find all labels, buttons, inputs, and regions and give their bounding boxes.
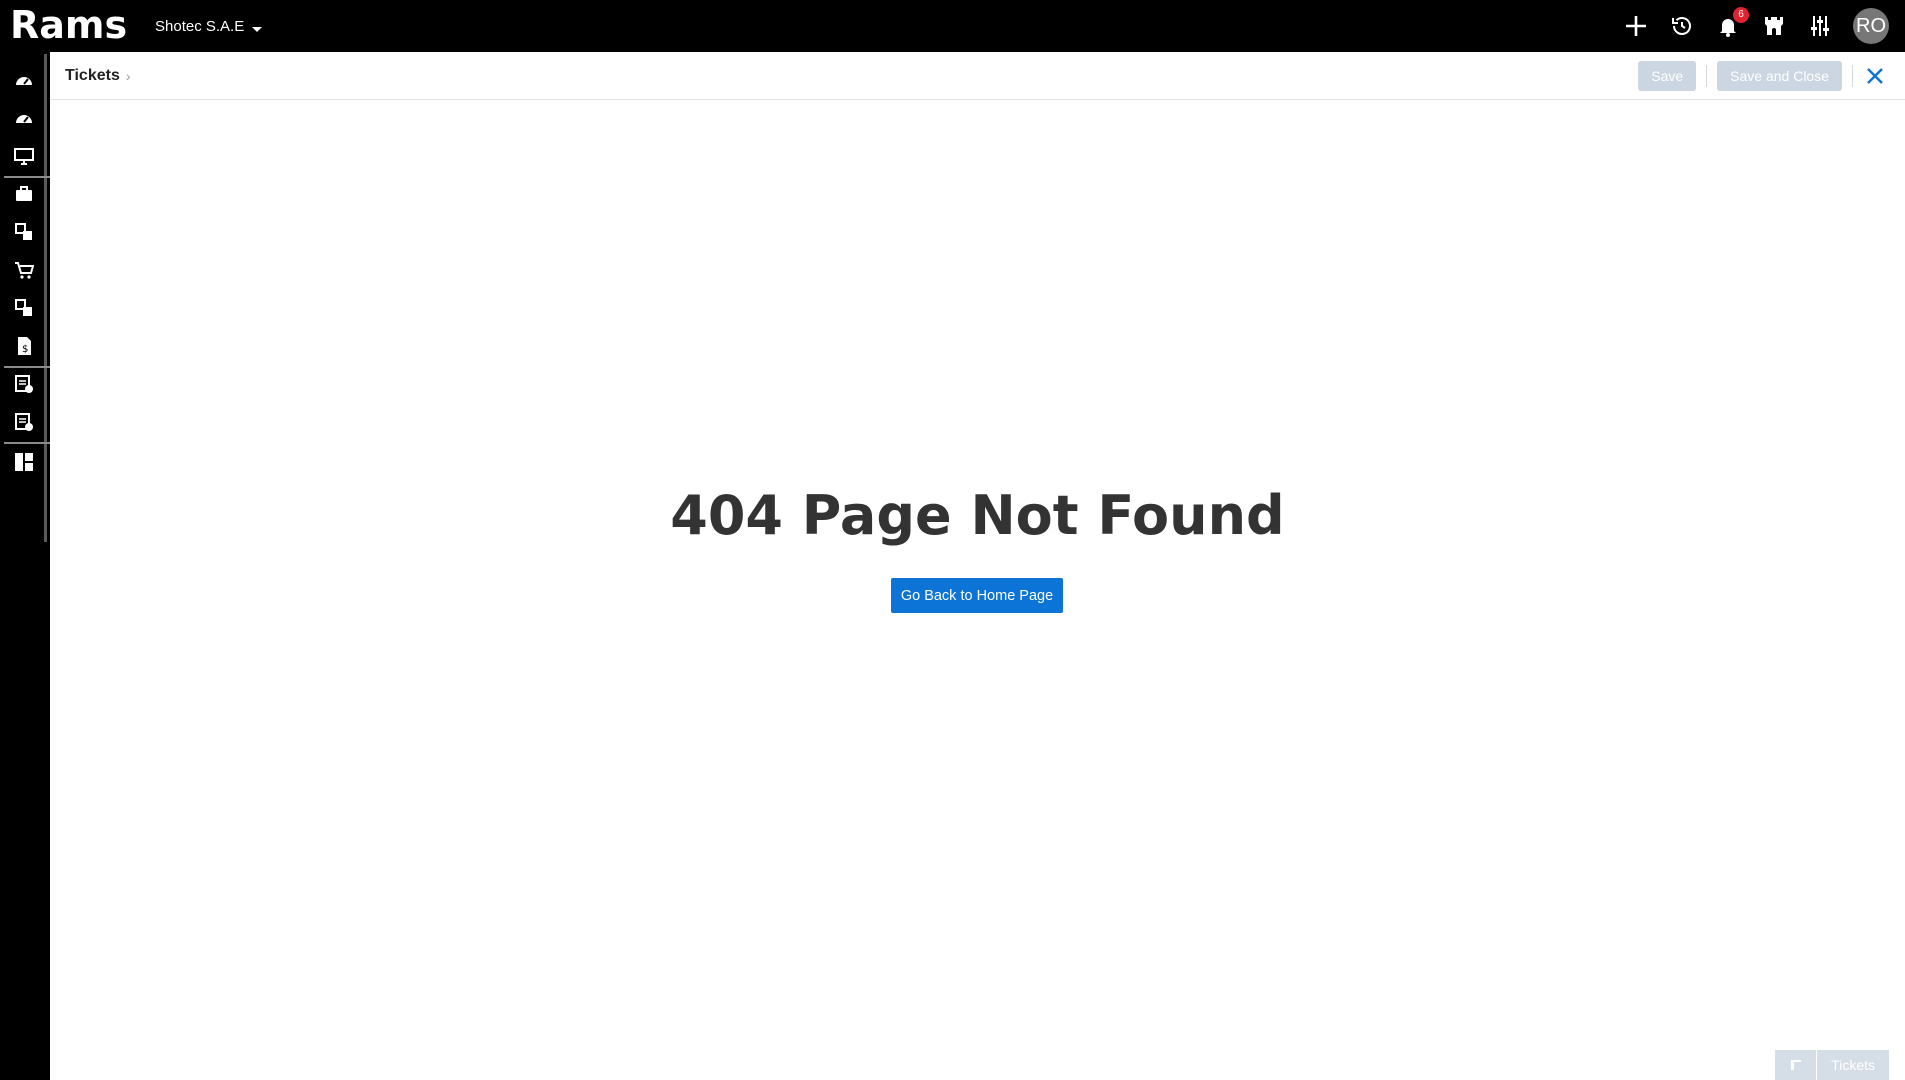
sidebar-divider — [4, 176, 50, 178]
cart-icon[interactable] — [12, 258, 36, 282]
dashboard-icon[interactable] — [12, 68, 36, 92]
error-title: 404 Page Not Found — [670, 484, 1285, 547]
sidebar: $ — [0, 52, 50, 1080]
chevron-down-icon — [252, 26, 263, 32]
inventory-icon[interactable] — [12, 296, 36, 320]
grid-layout-icon[interactable] — [12, 450, 36, 474]
app-logo[interactable]: Rams — [10, 4, 130, 48]
svg-text:$: $ — [22, 344, 28, 355]
rejected-list-icon[interactable] — [12, 410, 36, 434]
user-avatar[interactable]: RO — [1853, 8, 1889, 44]
add-icon[interactable] — [1623, 13, 1649, 39]
notifications-icon[interactable]: 6 — [1715, 7, 1749, 39]
close-icon[interactable] — [1863, 64, 1887, 88]
minimize-window-icon[interactable] — [1775, 1050, 1818, 1080]
invoice-icon[interactable]: $ — [12, 334, 36, 358]
dashboard-alt-icon[interactable] — [12, 106, 36, 130]
dock-tab-tickets[interactable]: Tickets — [1817, 1050, 1889, 1080]
briefcase-icon[interactable] — [12, 182, 36, 206]
sidebar-scrollbar[interactable] — [44, 54, 47, 542]
sidebar-divider — [4, 442, 50, 444]
taskbar-dock: Tickets — [1775, 1050, 1889, 1080]
action-divider — [1852, 65, 1853, 87]
monitor-icon[interactable] — [12, 144, 36, 168]
chevron-right-icon: › — [125, 68, 131, 84]
notifications-badge: 6 — [1733, 7, 1749, 23]
assets-icon[interactable] — [12, 220, 36, 244]
history-icon[interactable] — [1669, 13, 1695, 39]
action-divider — [1706, 65, 1708, 87]
breadcrumb: Tickets › — [65, 52, 131, 100]
settings-sliders-icon[interactable] — [1807, 13, 1833, 39]
top-bar: Rams Shotec S.A.E 6 RO — [0, 0, 1905, 52]
approved-list-icon[interactable] — [12, 372, 36, 396]
sidebar-divider — [4, 366, 50, 368]
top-actions: 6 RO — [1623, 0, 1889, 52]
company-name: Shotec S.A.E — [155, 17, 245, 35]
breadcrumb-tickets[interactable]: Tickets — [65, 67, 120, 85]
svg-text:Rams: Rams — [10, 4, 127, 47]
go-home-button[interactable]: Go Back to Home Page — [891, 578, 1063, 613]
save-and-close-button[interactable]: Save and Close — [1717, 61, 1842, 91]
main-content: 404 Page Not Found Go Back to Home Page — [50, 101, 1905, 1080]
company-selector[interactable]: Shotec S.A.E — [155, 0, 263, 52]
castle-icon[interactable] — [1761, 13, 1787, 39]
save-button[interactable]: Save — [1638, 61, 1697, 91]
form-actions: Save Save and Close — [1638, 52, 1887, 100]
page-header: Tickets › Save Save and Close — [50, 52, 1905, 100]
